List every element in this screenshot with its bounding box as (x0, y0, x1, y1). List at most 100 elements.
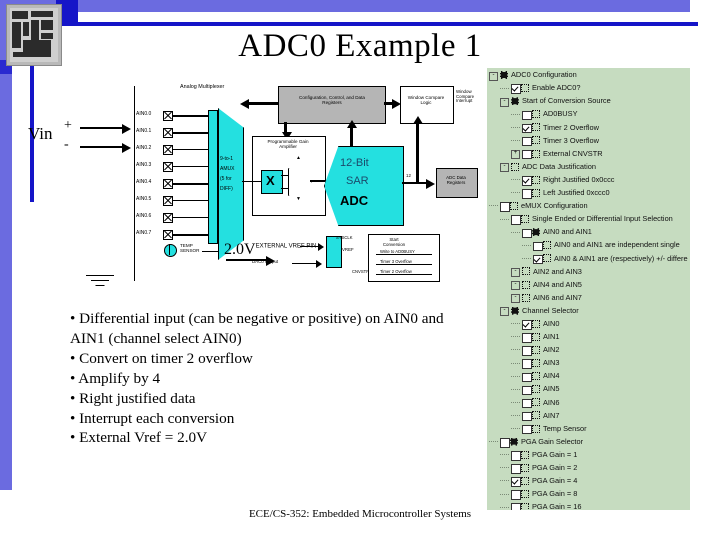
checkbox-unchecked[interactable] (522, 136, 532, 147)
tree-node[interactable]: - Channel Selector (487, 304, 690, 317)
vin-plus-sign: + (64, 118, 72, 133)
tree-node[interactable]: AIN0 (487, 317, 690, 330)
tree-node-label: Channel Selector (522, 305, 579, 315)
tree-node[interactable]: - Start of Conversion Source (487, 94, 690, 107)
chip-icon (500, 71, 508, 79)
collapse-toggle-icon[interactable]: - (489, 71, 498, 81)
collapse-toggle-icon[interactable]: - (511, 268, 520, 277)
tree-node[interactable]: Timer 2 Overflow (487, 120, 690, 134)
chip-icon (532, 136, 540, 145)
tree-node[interactable]: AIN1 (487, 330, 690, 343)
tree-connector (489, 441, 498, 443)
tree-node[interactable]: Timer 3 Overflow (487, 133, 690, 147)
tree-node[interactable]: AD0BUSY (487, 107, 690, 121)
checkbox-unchecked[interactable] (511, 451, 521, 461)
checkbox-unchecked[interactable] (522, 385, 532, 396)
checkbox-unchecked[interactable] (522, 346, 532, 356)
chip-icon (532, 359, 540, 368)
checkbox-unchecked[interactable] (522, 333, 532, 343)
tree-node[interactable]: PGA Gain = 4 (487, 474, 690, 487)
checkbox-unchecked[interactable] (522, 372, 532, 383)
bullet-item: • External Vref = 2.0V (70, 429, 208, 447)
tree-node[interactable]: - AIN4 and AIN5 (487, 278, 690, 291)
checkbox-unchecked[interactable] (522, 189, 532, 199)
tree-node[interactable]: AIN4 (487, 369, 690, 383)
tree-node[interactable]: AIN6 (487, 395, 690, 409)
tree-node[interactable]: - ADC0 Configuration (487, 68, 690, 81)
tree-node[interactable]: AIN2 (487, 343, 690, 356)
checkbox-checked[interactable] (511, 84, 521, 94)
ground-bar-2 (91, 280, 109, 282)
checkbox-unchecked[interactable] (533, 241, 543, 252)
collapse-toggle-icon[interactable]: - (500, 97, 509, 107)
slide-frame-inner-top-rule (30, 22, 698, 26)
tree-node[interactable]: Single Ended or Differential Input Selec… (487, 212, 690, 225)
tree-node[interactable]: PGA Gain = 8 (487, 487, 690, 500)
tree-node-label: Start of Conversion Source (522, 96, 611, 106)
checkbox-unchecked[interactable] (522, 228, 532, 239)
tree-node-label: AIN2 and AIN3 (533, 266, 582, 276)
checkbox-unchecked[interactable] (511, 490, 521, 500)
tree-connector (500, 467, 509, 469)
tree-node[interactable]: - AIN6 and AIN7 (487, 291, 690, 304)
tree-connector (511, 231, 520, 233)
tree-node[interactable]: PGA Gain = 1 (487, 448, 690, 461)
tree-connector (511, 349, 520, 351)
tree-node-label: Left Justified 0xccc0 (543, 188, 610, 198)
expand-toggle-icon[interactable]: + (511, 150, 520, 160)
checkbox-checked[interactable] (511, 477, 521, 487)
tree-connector (511, 388, 520, 390)
tree-node[interactable]: + External CNVSTR (487, 147, 690, 160)
tree-node[interactable]: eMUX Configuration (487, 199, 690, 212)
checkbox-unchecked[interactable] (522, 424, 532, 435)
checkbox-unchecked[interactable] (511, 215, 521, 225)
chip-icon (532, 411, 540, 420)
collapse-toggle-icon[interactable]: - (500, 307, 509, 317)
collapse-toggle-icon[interactable]: - (511, 294, 520, 304)
tree-node[interactable]: Left Justified 0xccc0 (487, 186, 690, 199)
timer2-wire (376, 274, 432, 276)
tree-node[interactable]: AIN7 (487, 408, 690, 422)
chip-icon (521, 476, 529, 485)
collapse-toggle-icon[interactable]: - (500, 163, 509, 173)
chip-icon (543, 254, 551, 263)
pga-multiplier-label: X (266, 173, 275, 188)
slide-footer: ECE/CS-352: Embedded Microcontroller Sys… (248, 508, 472, 520)
checkbox-unchecked[interactable] (522, 149, 532, 160)
ain-wire (172, 200, 208, 202)
tree-node[interactable]: AIN0 and AIN1 (487, 225, 690, 239)
checkbox-checked[interactable] (522, 320, 532, 330)
tree-node[interactable]: PGA Gain Selector (487, 435, 690, 448)
ain-wire (172, 132, 208, 134)
tree-node-label: Temp Sensor (543, 423, 587, 433)
registers-left-arrow (240, 98, 249, 109)
sysclk-label: SYSCLK (336, 235, 353, 240)
checkbox-unchecked[interactable] (522, 411, 532, 422)
checkbox-checked[interactable] (522, 176, 532, 186)
vref-annotation-arrow (266, 255, 275, 266)
tree-node[interactable]: - ADC Data Justification (487, 160, 690, 173)
checkbox-unchecked[interactable] (522, 398, 532, 409)
checkbox-unchecked[interactable] (511, 464, 521, 474)
checkbox-unchecked[interactable] (522, 110, 532, 121)
checkbox-unchecked[interactable] (500, 438, 510, 448)
collapse-toggle-icon[interactable]: - (511, 281, 520, 291)
tree-node[interactable]: AIN5 (487, 382, 690, 396)
tree-node[interactable]: Right Justified 0x0ccc (487, 173, 690, 186)
ain-pin-label: AIN0.1 (136, 128, 152, 134)
tree-connector (500, 218, 509, 220)
checkbox-unchecked[interactable] (500, 202, 510, 212)
tree-node-label: AIN4 and AIN5 (533, 279, 582, 289)
tree-node[interactable]: AIN0 & AIN1 are (respectively) +/- diffe… (487, 251, 690, 265)
tree-node-label: AIN7 (543, 410, 560, 420)
checkbox-unchecked[interactable] (522, 359, 532, 369)
tree-node[interactable]: Enable ADC0? (487, 81, 690, 94)
checkbox-checked[interactable] (533, 254, 543, 265)
tree-node[interactable]: PGA Gain = 2 (487, 461, 690, 474)
adc0-configuration-tree-panel[interactable]: - ADC0 Configuration Enable ADC0? - Start of… (487, 68, 690, 510)
tree-node[interactable]: Temp Sensor (487, 422, 690, 435)
checkbox-checked[interactable] (522, 123, 532, 134)
tree-node[interactable]: AIN0 and AIN1 are independent single (487, 238, 690, 252)
tree-node[interactable]: - AIN2 and AIN3 (487, 264, 690, 277)
tree-node[interactable]: AIN3 (487, 356, 690, 369)
